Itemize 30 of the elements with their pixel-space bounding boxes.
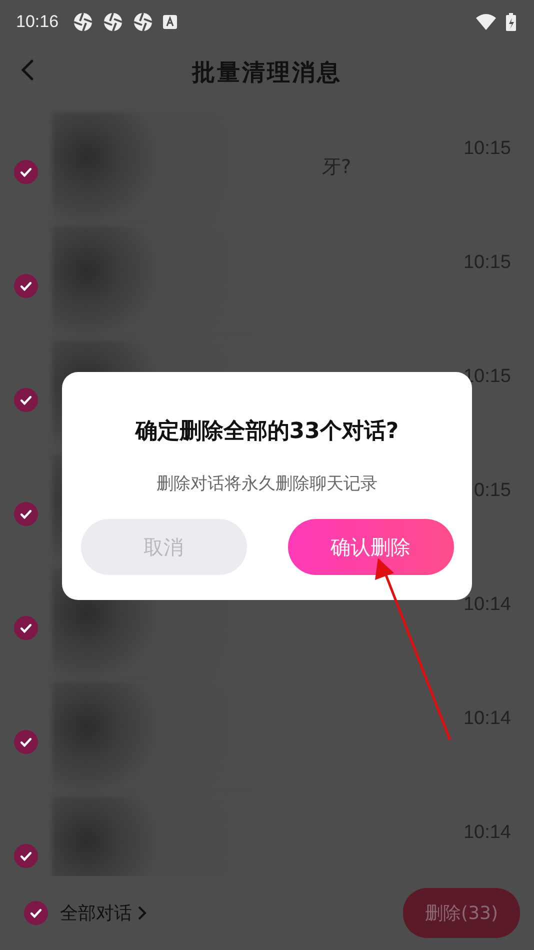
all-conversations-link[interactable]: 全部对话 [60,901,148,925]
check-icon [19,849,33,863]
row-checkbox[interactable] [14,160,38,184]
chevron-right-icon [136,905,148,921]
aperture-icon [102,12,123,32]
dialog-message: 删除对话将永久删除聊天记录 [156,473,378,495]
check-icon [19,165,33,179]
check-icon [19,393,33,407]
check-icon [29,906,43,920]
row-checkbox[interactable] [14,616,38,640]
row-checkbox[interactable] [14,844,38,868]
row-checkbox[interactable] [14,388,38,412]
select-all-checkbox[interactable] [24,901,48,925]
battery-icon [506,13,516,31]
row-checkbox[interactable] [14,274,38,298]
check-icon [19,621,33,635]
aperture-icon [132,12,153,32]
page-title: 批量清理消息 [192,58,342,88]
dialog-title: 确定删除全部的33个对话? [135,418,399,446]
check-icon [19,507,33,521]
row-checkbox[interactable] [14,730,38,754]
confirm-button[interactable]: 确认删除 [288,519,454,575]
wifi-icon [476,14,496,30]
aperture-icon [72,12,93,32]
check-icon [19,279,33,293]
check-icon [19,735,33,749]
delete-button[interactable]: 删除(33) [403,888,520,938]
status-time: 10:16 [16,12,59,32]
notification-icon [162,15,177,29]
row-checkbox[interactable] [14,502,38,526]
